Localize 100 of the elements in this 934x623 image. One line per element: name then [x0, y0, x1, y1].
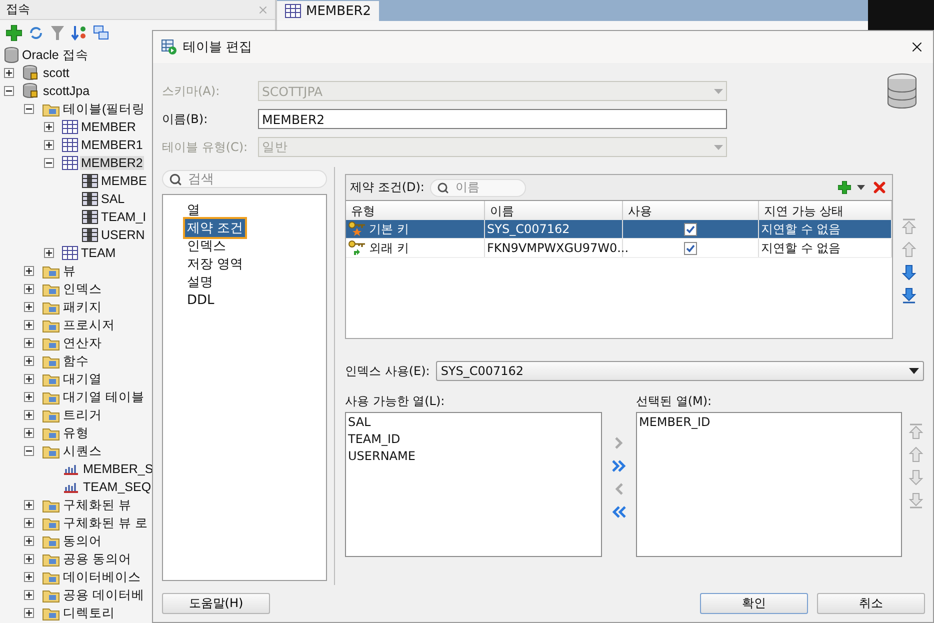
tree-item[interactable]: MEMBER — [80, 120, 137, 134]
tree-item[interactable]: 유형 — [62, 424, 90, 442]
tree-item[interactable]: Oracle 접속 — [21, 46, 90, 64]
tree-item[interactable]: 동의어 — [62, 532, 103, 550]
delete-icon[interactable] — [871, 179, 888, 196]
collapse-toggle[interactable] — [24, 104, 34, 114]
tree-item[interactable]: 구체화된 뷰 — [62, 496, 132, 514]
tree-item[interactable]: 디렉토리 — [62, 604, 116, 622]
index-combo-box[interactable]: SYS_C007162 — [436, 361, 924, 381]
table-cell: SYS_C007162 — [487, 222, 570, 236]
tree-item[interactable]: 테이블(필터링 — [62, 100, 146, 118]
add-icon[interactable] — [6, 25, 22, 41]
column-header[interactable]: 사용 — [623, 201, 759, 222]
expand-toggle[interactable] — [24, 374, 34, 384]
tree-item[interactable]: SAL — [100, 192, 126, 206]
add-icon[interactable] — [838, 181, 851, 194]
nav-item[interactable]: 열 — [185, 201, 202, 219]
nav-item[interactable]: 제약 조건 — [185, 219, 246, 237]
table-row[interactable]: 기본 키 SYS_C007162 지연할 수 없음 — [346, 220, 892, 239]
field-label: 이름(B): — [162, 110, 209, 128]
list-item[interactable]: TEAM_ID — [348, 432, 400, 449]
tree-item[interactable]: TEAM_I — [100, 210, 148, 224]
tree-item[interactable]: 인덱스 — [62, 280, 103, 298]
double-chevron-left-icon[interactable] — [611, 504, 627, 520]
column-header[interactable]: 이름 — [485, 201, 623, 222]
expand-toggle[interactable] — [24, 608, 34, 618]
collapse-toggle[interactable] — [4, 86, 14, 96]
move-bottom-icon[interactable] — [901, 287, 917, 304]
expand-toggle[interactable] — [24, 518, 34, 528]
expand-toggle[interactable] — [24, 392, 34, 402]
checkbox[interactable] — [684, 242, 697, 254]
constraints-label: 제약 조건(D): — [350, 179, 424, 196]
move-down-icon[interactable] — [901, 264, 917, 281]
sequence-icon — [62, 462, 80, 476]
expand-toggle[interactable] — [24, 590, 34, 600]
editor-tab[interactable]: MEMBER2 — [277, 1, 380, 21]
list-item[interactable]: SAL — [348, 415, 371, 432]
tree-item[interactable]: 구체화된 뷰 로 — [62, 514, 149, 532]
expand-toggle[interactable] — [24, 284, 34, 294]
expand-toggle[interactable] — [44, 122, 54, 132]
tree-item[interactable]: TEAM_SEQ — [82, 480, 152, 494]
folder-icon — [42, 336, 60, 350]
expand-toggle[interactable] — [24, 320, 34, 330]
tree-item[interactable]: 대기열 테이블 — [62, 388, 146, 406]
tree-item[interactable]: 데이터베이스 — [62, 568, 142, 586]
field-label: 테이블 유형(C): — [162, 138, 249, 156]
tree-item[interactable]: TEAM — [80, 246, 117, 260]
ok-button[interactable]: 확인 — [700, 593, 808, 614]
nav-item[interactable]: DDL — [185, 291, 216, 309]
tree-item[interactable]: 대기열 — [62, 370, 103, 388]
expand-toggle[interactable] — [24, 428, 34, 438]
filter-icon[interactable] — [50, 25, 65, 41]
checkbox[interactable] — [684, 222, 697, 236]
caret-icon[interactable] — [857, 185, 865, 190]
input-field[interactable]: MEMBER2 — [258, 109, 727, 129]
nav-item[interactable]: 인덱스 — [185, 237, 228, 255]
expand-toggle[interactable] — [44, 248, 54, 258]
expand-toggle[interactable] — [24, 356, 34, 366]
table-row[interactable]: 외래 키 FKN9VMPWXGU97W0... 지연할 수 없음 — [346, 239, 892, 258]
nav-item[interactable]: 설명 — [185, 273, 215, 291]
column-header[interactable]: 유형 — [346, 201, 485, 222]
double-chevron-right-icon[interactable] — [611, 458, 627, 474]
tree-item[interactable]: 공용 동의어 — [62, 550, 132, 568]
table-cell: 지연할 수 없음 — [761, 240, 841, 256]
tree-item[interactable]: MEMBER_S — [82, 462, 154, 476]
tree-item[interactable]: 함수 — [62, 352, 90, 370]
expand-toggle[interactable] — [24, 266, 34, 276]
windows-icon[interactable] — [93, 25, 109, 41]
column-header[interactable]: 지연 가능 상태 — [759, 201, 892, 222]
help-button[interactable]: 도움말(H) — [162, 593, 270, 614]
tree-item[interactable]: scott — [42, 66, 70, 80]
collapse-toggle[interactable] — [44, 158, 54, 168]
tree-item[interactable]: 연산자 — [62, 334, 103, 352]
expand-toggle[interactable] — [4, 68, 14, 78]
expand-toggle[interactable] — [24, 554, 34, 564]
tree-item[interactable]: scottJpa — [42, 84, 91, 98]
expand-toggle[interactable] — [24, 302, 34, 312]
expand-toggle[interactable] — [24, 500, 34, 510]
expand-toggle[interactable] — [24, 572, 34, 582]
tree-item[interactable]: MEMBER2 — [80, 156, 144, 170]
refresh-icon[interactable] — [28, 25, 44, 41]
sort-icon[interactable] — [71, 25, 87, 41]
tree-item[interactable]: USERN — [100, 228, 146, 242]
tree-item[interactable]: 트리거 — [62, 406, 103, 424]
tree-item[interactable]: 프로시저 — [62, 316, 116, 334]
expand-toggle[interactable] — [24, 410, 34, 420]
expand-toggle[interactable] — [44, 140, 54, 150]
tree-item[interactable]: 뷰 — [62, 262, 77, 280]
tree-item[interactable]: 시퀀스 — [62, 442, 103, 460]
tree-item[interactable]: 패키지 — [62, 298, 103, 316]
expand-toggle[interactable] — [24, 338, 34, 348]
list-item[interactable]: USERNAME — [348, 449, 416, 466]
tree-item[interactable]: MEMBER1 — [80, 138, 144, 152]
expand-toggle[interactable] — [24, 536, 34, 546]
nav-item[interactable]: 저장 영역 — [185, 255, 246, 273]
list-item[interactable]: MEMBER_ID — [639, 415, 710, 432]
collapse-toggle[interactable] — [24, 446, 34, 456]
tree-item[interactable]: MEMBE — [100, 174, 148, 188]
cancel-button[interactable]: 취소 — [817, 593, 925, 614]
tree-item[interactable]: 공용 데이터베 — [62, 586, 146, 604]
